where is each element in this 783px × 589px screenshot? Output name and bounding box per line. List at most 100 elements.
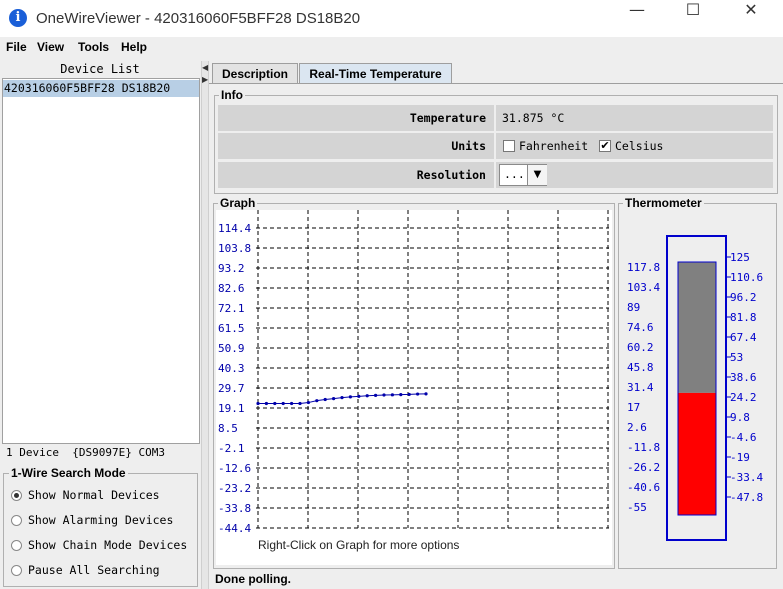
fahrenheit-label[interactable]: Fahrenheit xyxy=(519,133,588,159)
thermometer-right-label: -4.6 xyxy=(730,431,757,444)
info-title: Info xyxy=(219,88,245,102)
device-list-item[interactable]: 420316060F5BFF28 DS18B20 xyxy=(3,80,199,97)
tab-description[interactable]: Description xyxy=(212,63,298,83)
thermometer-right-label: 53 xyxy=(730,351,743,364)
units-row: Units Fahrenheit ✔ Celsius xyxy=(218,133,773,159)
graph-data-point xyxy=(281,401,285,406)
radio-show-chain[interactable] xyxy=(11,540,22,551)
radio-pause-search[interactable] xyxy=(11,565,22,576)
graph-data-point xyxy=(306,400,310,405)
graph-data-point xyxy=(273,401,277,406)
graph-y-tick-label: -33.8 xyxy=(218,502,251,515)
celsius-checkbox[interactable]: ✔ xyxy=(599,140,611,152)
thermometer-left-label: 117.8 xyxy=(627,261,660,274)
radio-show-chain-label[interactable]: Show Chain Mode Devices xyxy=(28,538,187,552)
graph-y-tick-label: -44.4 xyxy=(218,522,251,535)
minimize-button[interactable]: — xyxy=(614,0,660,37)
graph-data-point xyxy=(323,397,327,402)
radio-show-alarming[interactable] xyxy=(11,515,22,526)
graph-y-tick-label: 29.7 xyxy=(218,382,245,395)
thermometer-right-label: -19 xyxy=(730,451,750,464)
thermometer: 125 110.6 96.2 81.8 67.4 53 38.6 24.2 9.8 -4.6 -19… xyxy=(620,210,774,565)
fahrenheit-checkbox[interactable] xyxy=(503,140,515,152)
thermometer-svg: 125 110.6 96.2 81.8 67.4 53 38.6 24.2 9.8 -4.6 -19… xyxy=(627,235,763,541)
graph-data-point xyxy=(332,396,336,401)
window-title: OneWireViewer - 420316060F5BFF28 DS18B20 xyxy=(36,10,361,27)
graph-y-tick-label: 8.5 xyxy=(218,422,238,435)
thermometer-right-label: 67.4 xyxy=(730,331,757,344)
thermometer-left-label: -26.2 xyxy=(627,461,660,474)
thermometer-right-label: 96.2 xyxy=(730,291,757,304)
graph-y-tick-label: 72.1 xyxy=(218,302,245,315)
thermometer-mercury xyxy=(678,392,716,515)
thermometer-right-label: -33.4 xyxy=(730,471,763,484)
chevron-down-icon[interactable]: ▼ xyxy=(527,165,547,185)
thermometer-empty-column xyxy=(678,262,716,393)
graph-data-point xyxy=(348,395,352,399)
pane-splitter[interactable]: ◀ ▶ xyxy=(201,61,209,589)
thermometer-right-label: 38.6 xyxy=(730,371,757,384)
radio-show-normal-label[interactable]: Show Normal Devices xyxy=(28,488,160,502)
status-text: Done polling. xyxy=(215,572,291,586)
thermometer-title: Thermometer xyxy=(623,196,704,210)
radio-pause-search-label[interactable]: Pause All Searching xyxy=(28,563,160,577)
graph-data-point xyxy=(256,401,260,406)
graph-data-point xyxy=(407,392,411,397)
graph-data-point xyxy=(382,393,386,397)
resolution-value: ... ▼ xyxy=(496,162,773,188)
graph-title: Graph xyxy=(218,196,258,210)
status-bar: Done polling. xyxy=(209,570,783,589)
app-info-icon: i xyxy=(9,9,27,27)
thermometer-left-label: 60.2 xyxy=(627,341,654,354)
maximize-button[interactable]: ☐ xyxy=(670,0,716,37)
thermometer-left-label: 74.6 xyxy=(627,321,654,334)
resolution-dropdown[interactable]: ... ▼ xyxy=(499,164,547,186)
menu-view[interactable]: View xyxy=(37,40,64,54)
graph-data-point xyxy=(357,394,361,398)
graph-data-point xyxy=(340,396,344,400)
units-label: Units xyxy=(218,133,494,159)
graph-y-tick-label: 93.2 xyxy=(218,262,245,275)
tab-real-time-temperature[interactable]: Real-Time Temperature xyxy=(299,63,452,83)
graph-y-tick-label: 82.6 xyxy=(218,282,245,295)
graph-y-tick-label: 61.5 xyxy=(218,322,245,335)
graph-hint: Right-Click on Graph for more options xyxy=(258,538,460,552)
thermometer-left-label: 17 xyxy=(627,401,640,414)
graph-data-point xyxy=(390,393,394,397)
thermometer-left-label: 2.6 xyxy=(627,421,647,434)
menu-tools[interactable]: Tools xyxy=(78,40,109,54)
graph-data-point xyxy=(424,392,428,396)
menu-bar: File View Tools Help xyxy=(0,37,783,59)
celsius-label[interactable]: Celsius xyxy=(615,133,663,159)
graph-y-tick-label: 19.1 xyxy=(218,402,245,415)
collapse-left-icon[interactable]: ◀ xyxy=(202,63,208,72)
thermometer-right-label: 125 xyxy=(730,251,750,264)
radio-show-alarming-label[interactable]: Show Alarming Devices xyxy=(28,513,173,527)
device-count-status: 1 Device {DS9097E} COM3 xyxy=(6,446,165,459)
device-list[interactable]: 420316060F5BFF28 DS18B20 xyxy=(2,78,200,444)
thermometer-right-label: 81.8 xyxy=(730,311,757,324)
graph-y-tick-label: -12.6 xyxy=(218,462,251,475)
close-button[interactable]: ✕ xyxy=(728,0,774,37)
temperature-row: Temperature 31.875 °C xyxy=(218,105,773,131)
temperature-label: Temperature xyxy=(218,105,494,131)
radio-show-normal[interactable] xyxy=(11,490,22,501)
collapse-right-icon[interactable]: ▶ xyxy=(202,75,208,84)
graph-svg[interactable]: 114.4 103.8 93.2 82.6 72.1 61.5 50.9 40.3 29.7 19… xyxy=(216,210,612,565)
search-mode-title: 1-Wire Search Mode xyxy=(9,466,128,480)
graph-y-tick-label: 114.4 xyxy=(218,222,251,235)
graph-data-point xyxy=(399,393,403,397)
title-bar: i OneWireViewer - 420316060F5BFF28 DS18B… xyxy=(0,0,783,37)
thermometer-left-label: 45.8 xyxy=(627,361,654,374)
menu-help[interactable]: Help xyxy=(121,40,147,54)
graph-data-point xyxy=(365,394,369,398)
temperature-graph[interactable]: 114.4 103.8 93.2 82.6 72.1 61.5 50.9 40.3 29.7 19… xyxy=(216,210,612,565)
thermometer-right-label: 110.6 xyxy=(730,271,763,284)
graph-data-point xyxy=(290,401,294,406)
menu-file[interactable]: File xyxy=(6,40,27,54)
graph-y-tick-label: 40.3 xyxy=(218,362,245,375)
thermometer-left-label: -11.8 xyxy=(627,441,660,454)
thermometer-left-label: -40.6 xyxy=(627,481,660,494)
graph-data-point xyxy=(264,401,268,406)
graph-data-point xyxy=(374,393,378,397)
